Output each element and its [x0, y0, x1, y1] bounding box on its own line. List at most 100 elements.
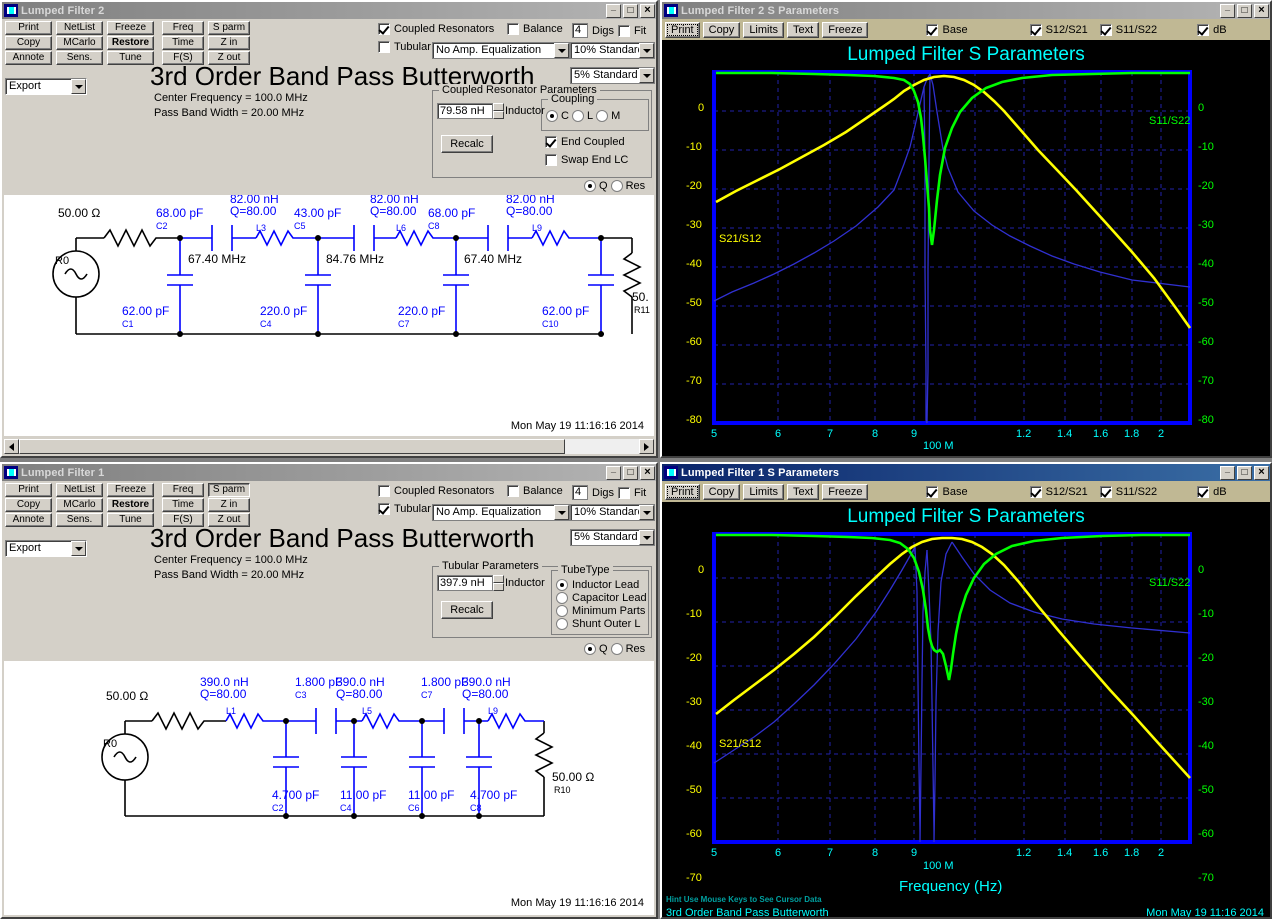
copy-button[interactable]: Copy — [702, 483, 741, 500]
res-radio[interactable] — [610, 180, 623, 192]
tolerance2-dropdown[interactable]: 5% Standard — [570, 529, 655, 546]
inductor-spinner[interactable] — [493, 575, 504, 591]
chevron-down-icon[interactable] — [71, 79, 86, 94]
maximize-button[interactable] — [1237, 465, 1252, 480]
chevron-down-icon[interactable] — [71, 541, 86, 556]
db-checkbox-row[interactable]: dB — [1197, 23, 1227, 36]
coupled-resonators-row[interactable]: Coupled Resonators — [378, 23, 494, 35]
z-in-button[interactable]: Z in — [208, 36, 250, 50]
titlebar-plot-1[interactable]: Lumped Filter 1 S Parameters — [662, 464, 1270, 481]
maximize-button[interactable] — [623, 465, 638, 480]
inductor-spinner[interactable] — [493, 103, 504, 119]
q-res-row-2[interactable]: Q Res — [584, 180, 645, 192]
inductor-input[interactable]: 397.9 nH — [437, 575, 493, 591]
copy-button[interactable]: Copy — [5, 498, 52, 512]
text-button[interactable]: Text — [787, 483, 820, 500]
coupled-resonators-checkbox[interactable] — [378, 23, 390, 35]
freq-button[interactable]: Freq — [162, 21, 204, 35]
restore-button[interactable]: Restore — [107, 498, 154, 512]
close-button[interactable] — [1254, 465, 1269, 480]
time-button[interactable]: Time — [162, 36, 204, 50]
tubetype-radio-3[interactable] — [556, 618, 568, 630]
titlebar-lumped-filter-2[interactable]: Lumped Filter 2 — [2, 2, 656, 19]
tubular-checkbox[interactable] — [378, 503, 390, 515]
tubetype-radio-0[interactable] — [556, 579, 568, 591]
s-parm-button[interactable]: S parm — [208, 21, 250, 35]
q-radio[interactable] — [584, 643, 596, 655]
maximize-button[interactable] — [1237, 3, 1252, 18]
minimize-button[interactable] — [606, 465, 621, 480]
balance-row[interactable]: Balance — [507, 23, 563, 35]
copy-button[interactable]: Copy — [5, 36, 52, 50]
mcarlo-button[interactable]: MCarlo — [56, 36, 103, 50]
db-checkbox[interactable] — [1197, 23, 1210, 36]
res-radio[interactable] — [610, 643, 623, 655]
limits-button[interactable]: Limits — [743, 483, 785, 500]
s-parm-button[interactable]: S parm — [208, 483, 250, 497]
fit-checkbox[interactable] — [618, 486, 631, 499]
digs-input[interactable]: 4 — [572, 23, 588, 38]
s11s22-checkbox-row[interactable]: S11/S22 — [1099, 23, 1157, 36]
netlist-button[interactable]: NetList — [56, 21, 103, 35]
maximize-button[interactable] — [623, 3, 638, 18]
q-radio[interactable] — [584, 180, 596, 192]
end-coupled-row[interactable]: End Coupled — [545, 136, 625, 148]
freeze-button[interactable]: Freeze — [107, 483, 154, 497]
time-button[interactable]: Time — [162, 498, 204, 512]
minimize-button[interactable] — [1220, 465, 1235, 480]
db-checkbox[interactable] — [1197, 485, 1210, 498]
close-button[interactable] — [640, 465, 655, 480]
annote-button[interactable]: Annote — [5, 51, 52, 65]
tubetype-option-minimum-parts[interactable]: Minimum Parts — [556, 605, 647, 617]
mcarlo-button[interactable]: MCarlo — [56, 498, 103, 512]
close-button[interactable] — [640, 3, 655, 18]
tubetype-option-shunt-outer-l[interactable]: Shunt Outer L — [556, 618, 647, 630]
print-button[interactable]: Print — [5, 21, 52, 35]
freq-button[interactable]: Freq — [162, 483, 204, 497]
copy-button[interactable]: Copy — [702, 21, 741, 38]
z-in-button[interactable]: Z in — [208, 498, 250, 512]
freeze-button[interactable]: Freeze — [822, 483, 869, 500]
freeze-button[interactable]: Freeze — [822, 21, 869, 38]
balance-checkbox[interactable] — [507, 23, 519, 35]
inductor-input[interactable]: 79.58 nH — [437, 103, 493, 119]
scroll-track[interactable] — [19, 439, 639, 454]
scroll-right-icon[interactable] — [639, 439, 654, 454]
scroll-thumb[interactable] — [19, 439, 565, 454]
tune-button[interactable]: Tune — [107, 51, 154, 65]
titlebar-plot-2[interactable]: Lumped Filter 2 S Parameters — [662, 2, 1270, 19]
coupling-radio-m[interactable] — [596, 110, 609, 122]
annote-button[interactable]: Annote — [5, 513, 52, 527]
tubetype-radio-1[interactable] — [556, 592, 568, 604]
scroll-left-icon[interactable] — [4, 439, 19, 454]
export-dropdown[interactable]: Export — [5, 78, 87, 95]
tubetype-option-inductor-lead[interactable]: Inductor Lead — [556, 579, 647, 591]
coupled-resonators-checkbox[interactable] — [378, 485, 390, 497]
minimize-button[interactable] — [606, 3, 621, 18]
print-button[interactable]: Print — [665, 483, 700, 500]
s12s21-checkbox-row[interactable]: S12/S21 — [1029, 485, 1088, 498]
s11s22-checkbox-row[interactable]: S11/S22 — [1099, 485, 1157, 498]
end-coupled-checkbox[interactable] — [545, 136, 557, 148]
balance-row[interactable]: Balance — [507, 485, 563, 497]
recalc-button[interactable]: Recalc — [441, 135, 493, 153]
print-button[interactable]: Print — [5, 483, 52, 497]
swap-end-lc-checkbox[interactable] — [545, 154, 557, 166]
fit-checkbox[interactable] — [618, 24, 631, 37]
print-button[interactable]: Print — [665, 21, 700, 38]
s12s21-checkbox[interactable] — [1029, 23, 1042, 36]
export-dropdown[interactable]: Export — [5, 540, 87, 557]
tune-button[interactable]: Tune — [107, 513, 154, 527]
tolerance2-dropdown[interactable]: 5% Standard — [570, 67, 655, 84]
restore-button[interactable]: Restore — [107, 36, 154, 50]
minimize-button[interactable] — [1220, 3, 1235, 18]
db-checkbox-row[interactable]: dB — [1197, 485, 1227, 498]
plot1-canvas[interactable]: Lumped Filter S Parameters 0 -10 -20 -30… — [662, 502, 1270, 917]
sens-button[interactable]: Sens. — [56, 513, 103, 527]
tolerance1-dropdown[interactable]: 10% Standard — [570, 42, 655, 59]
plot2-canvas[interactable]: Lumped Filter S Parameters 0 -10 -20 -30… — [662, 40, 1270, 456]
chevron-down-icon[interactable] — [554, 43, 569, 58]
s12s21-checkbox-row[interactable]: S12/S21 — [1029, 23, 1088, 36]
swap-end-lc-row[interactable]: Swap End LC — [545, 154, 628, 166]
base-checkbox-row[interactable]: Base — [926, 23, 968, 36]
